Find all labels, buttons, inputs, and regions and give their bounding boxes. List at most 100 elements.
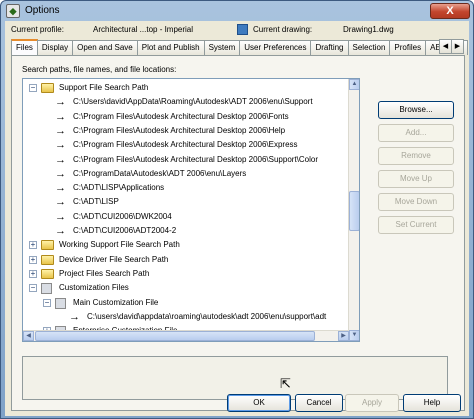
tree-item[interactable]: → C:\ADT\LISP\Applications: [23, 181, 349, 195]
arrow-right-icon: →: [55, 139, 66, 152]
folder-icon: [41, 240, 54, 251]
scroll-down-icon[interactable]: ▼: [349, 330, 359, 341]
scroll-left-icon[interactable]: ◀: [23, 331, 34, 341]
tree-item[interactable]: → C:\Program Files\Autodesk Architectural…: [23, 153, 349, 167]
tree-item-label: Customization Files: [59, 283, 129, 293]
tree-item[interactable]: → C:\ADT\CUI2006\DWK2004: [23, 210, 349, 224]
hscroll-thumb[interactable]: [35, 331, 315, 341]
tree-item-label: C:\ADT\CUI2006\DWK2004: [73, 211, 172, 221]
tree-item-label: C:\Users\david\AppData\Roaming\Autodesk\…: [73, 97, 313, 107]
tree-item[interactable]: + Working Support File Search Path: [23, 238, 349, 252]
collapse-icon[interactable]: −: [43, 298, 51, 307]
apply-button[interactable]: Apply: [345, 394, 399, 412]
tree-item-label: C:\Program Files\Autodesk Architectural …: [73, 154, 319, 164]
arrow-right-icon: →: [55, 96, 66, 109]
tree-item-label: Device Driver File Search Path: [59, 254, 169, 264]
arrow-right-icon: →: [55, 153, 66, 166]
scroll-up-icon[interactable]: ▲: [349, 79, 359, 90]
tree-item-label: C:\ADT\CUI2006\ADT2004-2: [73, 226, 177, 235]
tree-item[interactable]: + Project Files Search Path: [23, 267, 349, 281]
tree-item[interactable]: − Main Customization File: [23, 296, 349, 310]
arrow-right-icon: →: [55, 182, 66, 195]
tree-item-label: Main Customization File: [73, 297, 159, 307]
tree-caption: Search paths, file names, and file locat…: [22, 65, 177, 74]
arrow-right-icon: →: [55, 225, 66, 237]
tree-item[interactable]: → C:\users\david\appdata\roaming\autodesk…: [23, 310, 349, 324]
scroll-right-icon[interactable]: ▶: [338, 331, 349, 341]
customization-file-icon: [41, 283, 52, 295]
close-button[interactable]: X: [430, 3, 470, 19]
tree-item[interactable]: − Customization Files: [23, 281, 349, 295]
tree-item[interactable]: → C:\ADT\LISP: [23, 195, 349, 209]
expand-icon[interactable]: +: [29, 255, 37, 264]
options-dialog: ◆ Options X Current profile: Architectur…: [0, 0, 474, 419]
collapse-icon[interactable]: −: [29, 84, 37, 92]
tab-files[interactable]: Files: [11, 39, 38, 55]
tree-item[interactable]: → C:\Users\david\AppData\Roaming\Autodesk…: [23, 95, 349, 109]
tab-open-and-save[interactable]: Open and Save: [72, 40, 138, 55]
app-icon: ◆: [6, 4, 20, 18]
folder-icon: [41, 268, 54, 279]
help-button[interactable]: Help: [403, 394, 461, 412]
arrow-right-icon: →: [55, 124, 66, 137]
tab-selection[interactable]: Selection: [347, 40, 391, 55]
window-title: Options: [25, 5, 60, 16]
profile-row: Current profile: Architectural ...top - …: [5, 21, 469, 37]
tree-item-label: Project Files Search Path: [59, 268, 150, 278]
mouse-cursor-icon: ⇱: [280, 376, 291, 391]
expand-icon[interactable]: +: [29, 241, 37, 250]
tree-item-label: C:\ProgramData\Autodesk\ADT 2006\enu\Lay…: [73, 168, 247, 178]
drawing-file-icon: [237, 24, 248, 35]
tree-item-label: C:\ADT\LISP\Applications: [73, 183, 165, 193]
tree-item[interactable]: + Device Driver File Search Path: [23, 253, 349, 267]
expand-icon[interactable]: +: [29, 269, 37, 278]
collapse-icon[interactable]: −: [29, 284, 37, 293]
tab-display[interactable]: Display: [36, 40, 74, 55]
tab-scroll: ◀ ▶: [439, 39, 465, 54]
add-button[interactable]: Add...: [378, 124, 454, 142]
horizontal-scrollbar[interactable]: ◀ ▶: [23, 330, 349, 341]
tab-drafting[interactable]: Drafting: [310, 40, 349, 55]
ok-button[interactable]: OK: [227, 394, 291, 412]
files-tab-panel: Search paths, file names, and file locat…: [11, 55, 465, 411]
tree-item[interactable]: → C:\ProgramData\Autodesk\ADT 2006\enu\La…: [23, 167, 349, 181]
vertical-scrollbar[interactable]: ▲ ▼: [348, 79, 359, 341]
tab-scroll-right-icon[interactable]: ▶: [451, 39, 464, 54]
tab-user-preferences[interactable]: User Preferences: [239, 40, 312, 55]
folder-icon: [41, 254, 54, 265]
file-locations-tree[interactable]: − Support File Search Path → C:\Users\david…: [22, 78, 360, 342]
folder-icon: [41, 83, 54, 93]
title-bar[interactable]: ◆ Options X: [1, 1, 473, 21]
arrow-right-icon: →: [55, 196, 66, 209]
tree-item[interactable]: → C:\ADT\CUI2006\ADT2004-2: [23, 224, 349, 238]
browse-button[interactable]: Browse...: [378, 101, 454, 119]
current-drawing-label: Current drawing:: [253, 25, 313, 34]
tree-item[interactable]: → C:\Program Files\Autodesk Architectural…: [23, 138, 349, 152]
tab-system[interactable]: System: [203, 40, 241, 55]
expand-icon[interactable]: +: [31, 341, 36, 342]
set-current-button[interactable]: Set Current: [378, 216, 454, 234]
tree-item-label: C:\users\david\appdata\roaming\autodesk\…: [87, 311, 327, 321]
move-down-button[interactable]: Move Down: [378, 193, 454, 211]
arrow-right-icon: →: [55, 167, 66, 180]
scroll-thumb[interactable]: [349, 191, 359, 231]
cancel-button[interactable]: Cancel: [295, 394, 343, 412]
tree-item-label: C:\ADT\LISP: [73, 197, 119, 207]
current-drawing-value: Drawing1.dwg: [343, 25, 394, 34]
customization-file-icon: [55, 297, 66, 309]
tab-plot-and-publish[interactable]: Plot and Publish: [136, 40, 205, 55]
tree-item[interactable]: − Support File Search Path: [23, 81, 349, 95]
tab-profiles[interactable]: Profiles: [389, 40, 427, 55]
tree-item-label: Working Support File Search Path: [59, 240, 180, 250]
arrow-right-icon: →: [69, 310, 80, 323]
move-up-button[interactable]: Move Up: [378, 170, 454, 188]
tree-item[interactable]: → C:\Program Files\Autodesk Architectural…: [23, 124, 349, 138]
arrow-right-icon: →: [55, 210, 66, 223]
remove-button[interactable]: Remove: [378, 147, 454, 165]
current-profile-value: Architectural ...top - Imperial: [93, 25, 194, 34]
tree-item[interactable]: → C:\Program Files\Autodesk Architectural…: [23, 110, 349, 124]
tree-item-label: C:\Program Files\Autodesk Architectural …: [73, 111, 289, 121]
arrow-right-icon: →: [55, 110, 66, 123]
tree-item-label: C:\Program Files\Autodesk Architectural …: [73, 125, 286, 135]
tree-item-label: Support File Search Path: [59, 83, 149, 92]
